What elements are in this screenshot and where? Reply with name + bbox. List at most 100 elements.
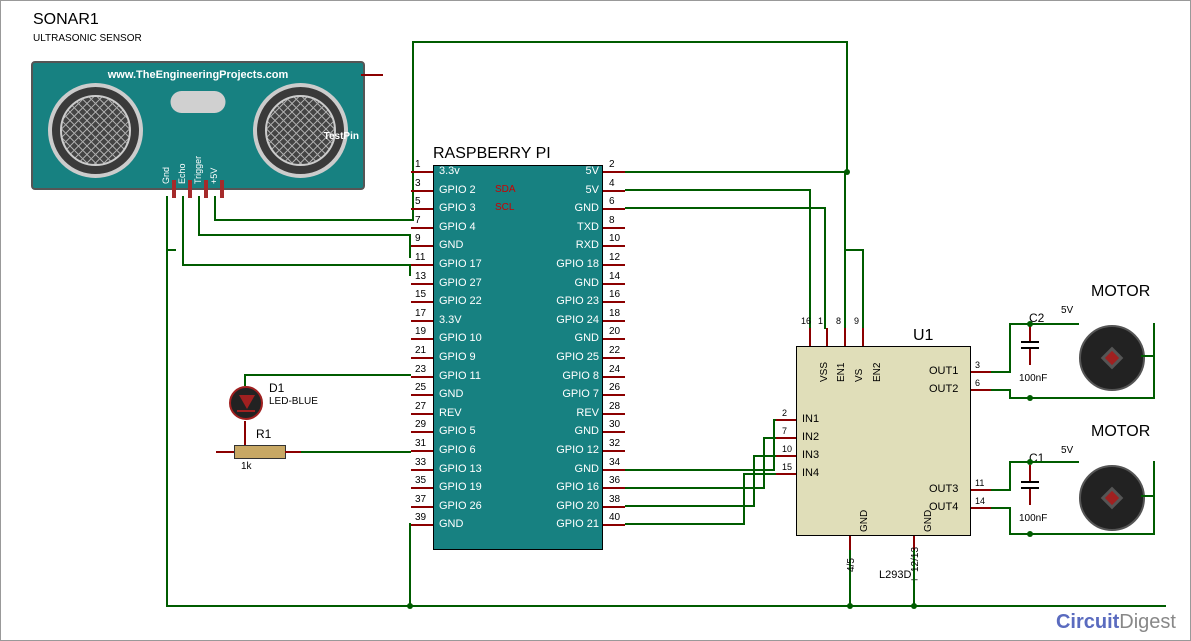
w-top-b-d <box>824 207 826 329</box>
rpi-right-pin-num: 32 <box>609 438 620 449</box>
rpi-right-pin-name: GPIO 16 <box>543 481 599 493</box>
rpi-left-pin-num: 27 <box>415 401 426 412</box>
testpin-label: TestPin <box>324 131 359 142</box>
rpi-left-pin-name: GPIO 13 <box>439 463 482 475</box>
c2-val: 100nF <box>1019 373 1047 384</box>
w-5v-drop <box>846 41 848 171</box>
rpi-left-pin-name: 3.3v <box>439 165 460 177</box>
w-m2-top <box>1009 461 1079 463</box>
jm1a <box>1027 321 1033 327</box>
schematic-canvas: SONAR1 ULTRASONIC SENSOR www.TheEngineer… <box>0 0 1191 641</box>
rpi-left-pin-num: 23 <box>415 364 426 375</box>
sonar-title: SONAR1 <box>33 11 99 29</box>
w-m1-top <box>1009 323 1079 325</box>
rpi-left-pin-name: GPIO 22 <box>439 295 482 307</box>
rpi-right-pin-name: GND <box>543 202 599 214</box>
jm2b <box>1027 531 1033 537</box>
rpi-left-pin-name: GPIO 10 <box>439 332 482 344</box>
rpi-left-pin-name: GPIO 6 <box>439 444 476 456</box>
w-top-d-d <box>862 249 864 329</box>
rpi-left-pin-num: 35 <box>415 475 426 486</box>
rpi-right-pin-name: GPIO 24 <box>543 314 599 326</box>
rpi-left-pin-name: GPIO 3 <box>439 202 476 214</box>
rpi-right-pin-name: GPIO 12 <box>543 444 599 456</box>
rpi-left-pin-num: 39 <box>415 512 426 523</box>
r1-lead-l <box>216 451 234 453</box>
led-name: LED-BLUE <box>269 396 318 407</box>
jg1 <box>847 603 853 609</box>
w-m1-r-stub <box>1141 355 1155 357</box>
r1-val: 1k <box>241 461 252 472</box>
rpi-title: RASPBERRY PI <box>433 145 551 163</box>
w-m2-r-stub <box>1141 495 1155 497</box>
w-rpignd <box>409 523 411 607</box>
motor-volt-1: 5V <box>1061 305 1073 316</box>
w-in-bus4v <box>743 473 745 525</box>
w-m1-right <box>1153 323 1155 399</box>
w-echo <box>182 264 411 266</box>
rpi-right-pin-num: 40 <box>609 512 620 523</box>
rpi-right-pin-name: RXD <box>543 239 599 251</box>
rpi-left-pin-num: 33 <box>415 457 426 468</box>
w-5v-top1 <box>214 219 414 221</box>
rpi-left-pin-alt: SCL <box>495 202 514 213</box>
jm2a <box>1027 459 1033 465</box>
sonar-subtitle: ULTRASONIC SENSOR <box>33 33 142 44</box>
w-top-d <box>844 249 864 251</box>
rpi-left-pin-num: 13 <box>415 271 426 282</box>
transducer-left <box>48 83 143 178</box>
w-top-a-d <box>809 189 811 329</box>
rpi-left-pin-num: 15 <box>415 289 426 300</box>
motor-label-2: MOTOR <box>1091 423 1150 441</box>
rpi-left-pin-name: GPIO 11 <box>439 370 481 382</box>
rpi-right-pin-name: 5V <box>543 165 599 177</box>
led-d1 <box>229 386 263 420</box>
w-in-bus3 <box>625 505 755 507</box>
rpi-right-pin-num: 12 <box>609 252 620 263</box>
jg2 <box>911 603 917 609</box>
rpi-right-pin-name: GPIO 18 <box>543 258 599 270</box>
rpi-left-pin-name: GPIO 9 <box>439 351 476 363</box>
motor-1 <box>1079 325 1145 391</box>
rpi-right-pin-name: GPIO 21 <box>543 518 599 530</box>
rpi-left-pin-num: 1 <box>415 159 421 170</box>
rpi-left-pin-num: 21 <box>415 345 426 356</box>
rpi-right-pin-num: 10 <box>609 233 620 244</box>
w-r1-to-rpi <box>301 451 411 453</box>
rpi-right-pin-name: GPIO 25 <box>543 351 599 363</box>
led-ref: D1 <box>269 381 284 395</box>
rpi-left-pin-num: 31 <box>415 438 426 449</box>
w-in-bus3v <box>753 455 755 507</box>
driver-ref: U1 <box>913 327 933 345</box>
w-in-bus1v <box>773 419 775 471</box>
rpi-left-pin-num: 5 <box>415 196 421 207</box>
sonar-crystal <box>171 91 226 113</box>
rpi-right-pin-name: GND <box>543 332 599 344</box>
rpi-right-pin-num: 22 <box>609 345 620 356</box>
rpi-right-pin-num: 16 <box>609 289 620 300</box>
w-sonar-trig <box>198 196 200 236</box>
rpi-right-pin-num: 2 <box>609 159 615 170</box>
rpi-right-pin-num: 24 <box>609 364 620 375</box>
rpi-left-pin-num: 19 <box>415 326 426 337</box>
footer-brand-1: Circuit <box>1056 611 1119 633</box>
w-in2h <box>763 437 777 439</box>
rpi-left-pin-num: 7 <box>415 215 421 226</box>
w-5v-to-rpi2 <box>625 171 848 173</box>
r1-resistor <box>234 445 286 459</box>
c1-val: 100nF <box>1019 513 1047 524</box>
rpi-right-pin-name: REV <box>543 407 599 419</box>
w-m2-dn <box>1009 507 1011 535</box>
sonar-url: www.TheEngineeringProjects.com <box>33 69 363 81</box>
rpi-right-pin-num: 34 <box>609 457 620 468</box>
w-m2-up <box>1009 461 1011 491</box>
sonar-pin-labels: Gnd Echo Trigger +5V <box>153 118 243 188</box>
motor-2 <box>1079 465 1145 531</box>
rpi-right-pin-name: GND <box>543 425 599 437</box>
rpi-right-pin-num: 8 <box>609 215 615 226</box>
rpi-right-pin-num: 36 <box>609 475 620 486</box>
rpi-left-pin-num: 37 <box>415 494 426 505</box>
rpi-left-pin-name: GND <box>439 388 463 400</box>
testpin-stub <box>361 74 383 76</box>
w-sonar-echo <box>182 196 184 266</box>
